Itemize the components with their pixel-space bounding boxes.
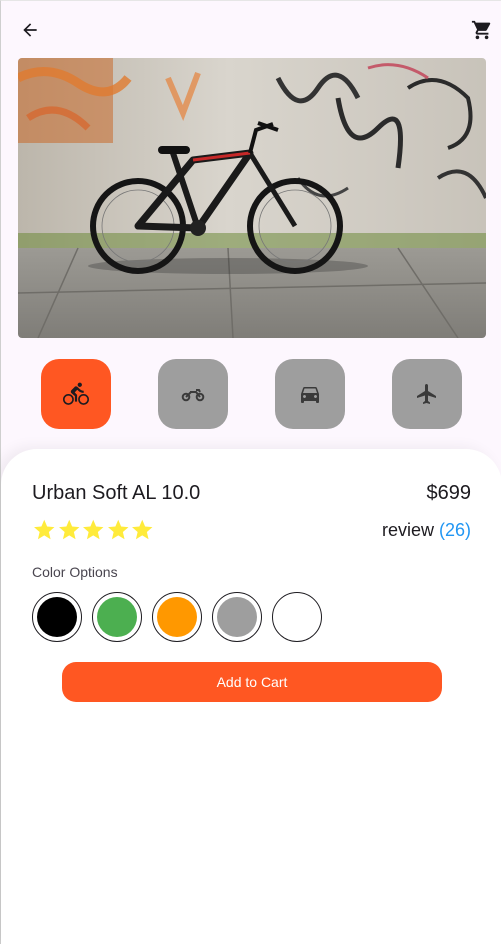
product-name: Urban Soft AL 10.0: [32, 482, 201, 504]
color-swatch-orange[interactable]: [152, 592, 202, 642]
category-motorcycle[interactable]: [158, 359, 228, 429]
category-airplane[interactable]: [392, 359, 462, 429]
review-link[interactable]: review (26): [382, 520, 471, 541]
category-car[interactable]: [275, 359, 345, 429]
star-icon: [83, 519, 104, 540]
motorcycle-icon: [181, 389, 205, 402]
product-image: [18, 58, 486, 338]
color-options-label: Color Options: [32, 564, 118, 580]
color-swatch-grey[interactable]: [212, 592, 262, 642]
color-dot: [97, 597, 137, 637]
review-count: (26): [438, 520, 471, 540]
arrow-back-icon: [23, 23, 37, 37]
star-icon: [58, 519, 79, 540]
shopping-cart-icon: [471, 20, 491, 40]
add-to-cart-button[interactable]: Add to Cart: [62, 662, 442, 702]
color-dot: [157, 597, 197, 637]
car-icon: [301, 387, 319, 403]
review-label: review: [381, 520, 434, 540]
category-bicycle[interactable]: [41, 359, 111, 429]
back-button[interactable]: [10, 10, 50, 50]
bicycle-icon: [63, 382, 89, 405]
color-dot: [217, 597, 257, 637]
cart-button[interactable]: [462, 10, 501, 50]
color-swatch-black[interactable]: [32, 592, 82, 642]
star-icon: [132, 519, 153, 540]
airplane-icon: [417, 384, 436, 404]
color-swatch-white[interactable]: [272, 592, 322, 642]
star-icon: [34, 519, 55, 540]
category-selector: [1, 359, 501, 429]
star-icon: [107, 519, 128, 540]
app-bar: [1, 1, 501, 58]
app-screen: Urban Soft AL 10.0 $699 review (26) Colo…: [0, 0, 501, 944]
color-swatch-green[interactable]: [92, 592, 142, 642]
product-price: $699: [426, 482, 472, 504]
color-dot: [37, 597, 77, 637]
color-dot: [277, 597, 317, 637]
rating-stars: [32, 517, 155, 543]
